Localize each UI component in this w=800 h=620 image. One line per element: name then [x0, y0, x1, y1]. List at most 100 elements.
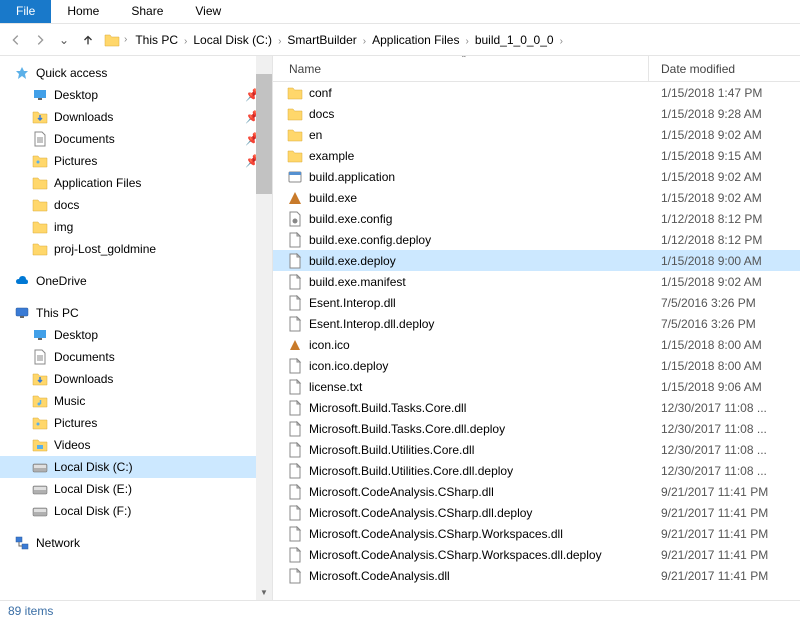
file-date: 1/12/2018 8:12 PM — [661, 212, 762, 226]
file-row[interactable]: Microsoft.Build.Utilities.Core.dll 12/30… — [273, 439, 800, 460]
sidebar-item[interactable]: Pictures — [0, 412, 272, 434]
file-row[interactable]: build.exe 1/15/2018 9:02 AM — [273, 187, 800, 208]
file-date: 1/15/2018 9:00 AM — [661, 254, 762, 268]
file-row[interactable]: build.application 1/15/2018 9:02 AM — [273, 166, 800, 187]
chevron-right-icon[interactable]: › — [122, 34, 129, 45]
file-row[interactable]: license.txt 1/15/2018 9:06 AM — [273, 376, 800, 397]
file-row[interactable]: conf 1/15/2018 1:47 PM — [273, 82, 800, 103]
file-name: build.exe — [309, 191, 661, 205]
file-row[interactable]: en 1/15/2018 9:02 AM — [273, 124, 800, 145]
file-date: 7/5/2016 3:26 PM — [661, 296, 756, 310]
column-header-name[interactable]: Name ⌃ — [273, 56, 649, 81]
sidebar-item[interactable]: Local Disk (E:) — [0, 478, 272, 500]
breadcrumb-item[interactable]: build_1_0_0_0 — [471, 31, 558, 49]
chevron-right-icon[interactable]: › — [361, 36, 368, 47]
sidebar-this-pc[interactable]: This PC — [0, 302, 272, 324]
sidebar-item[interactable]: Desktop 📌 — [0, 84, 272, 106]
file-icon — [287, 421, 303, 437]
ribbon-tab-view[interactable]: View — [179, 0, 237, 23]
breadcrumb-item[interactable]: Local Disk (C:) — [189, 31, 276, 49]
content-pane: Name ⌃ Date modified conf 1/15/2018 1:47… — [273, 56, 800, 600]
sidebar-onedrive[interactable]: OneDrive — [0, 270, 272, 292]
file-row[interactable]: Esent.Interop.dll.deploy 7/5/2016 3:26 P… — [273, 313, 800, 334]
folder-icon — [287, 85, 303, 101]
scrollbar-down-icon[interactable]: ▼ — [256, 584, 272, 600]
sidebar-item[interactable]: proj-Lost_goldmine — [0, 238, 272, 260]
sidebar-network[interactable]: Network — [0, 532, 272, 554]
file-icon — [287, 232, 303, 248]
sidebar-item[interactable]: Local Disk (F:) — [0, 500, 272, 522]
file-name: build.exe.manifest — [309, 275, 661, 289]
file-row[interactable]: example 1/15/2018 9:15 AM — [273, 145, 800, 166]
file-date: 9/21/2017 11:41 PM — [661, 548, 768, 562]
sidebar-item[interactable]: Documents — [0, 346, 272, 368]
file-row[interactable]: build.exe.config 1/12/2018 8:12 PM — [273, 208, 800, 229]
file-row[interactable]: Microsoft.Build.Tasks.Core.dll 12/30/201… — [273, 397, 800, 418]
sidebar-item-label: Application Files — [54, 176, 266, 190]
nav-up-button[interactable] — [80, 32, 96, 48]
ribbon-tab-share[interactable]: Share — [115, 0, 179, 23]
file-row[interactable]: docs 1/15/2018 9:28 AM — [273, 103, 800, 124]
file-row[interactable]: Esent.Interop.dll 7/5/2016 3:26 PM — [273, 292, 800, 313]
file-name: icon.ico.deploy — [309, 359, 661, 373]
nav-back-button[interactable] — [8, 32, 24, 48]
sidebar-item[interactable]: Local Disk (C:) — [0, 456, 272, 478]
file-date: 1/15/2018 8:00 AM — [661, 359, 762, 373]
file-row[interactable]: build.exe.manifest 1/15/2018 9:02 AM — [273, 271, 800, 292]
file-row[interactable]: icon.ico 1/15/2018 8:00 AM — [273, 334, 800, 355]
file-name: conf — [309, 86, 661, 100]
history-dropdown-icon[interactable]: ⌄ — [56, 32, 72, 48]
column-header-date[interactable]: Date modified — [649, 56, 800, 81]
chevron-right-icon[interactable]: › — [463, 36, 470, 47]
file-list[interactable]: conf 1/15/2018 1:47 PM docs 1/15/2018 9:… — [273, 82, 800, 600]
navigation-pane: ▲ ▼ Quick access Desktop 📌 Downloads 📌 D… — [0, 56, 273, 600]
sidebar-item-label: Pictures — [54, 154, 239, 168]
scrollbar-thumb[interactable] — [256, 74, 272, 194]
breadcrumb: › This PC›Local Disk (C:)›SmartBuilder›A… — [104, 32, 565, 48]
file-date: 1/15/2018 9:02 AM — [661, 128, 762, 142]
file-row[interactable]: Microsoft.CodeAnalysis.dll 9/21/2017 11:… — [273, 565, 800, 586]
ribbon-tab-home[interactable]: Home — [51, 0, 115, 23]
breadcrumb-item[interactable]: SmartBuilder — [283, 31, 360, 49]
sidebar-item[interactable]: Documents 📌 — [0, 128, 272, 150]
sidebar-item[interactable]: Pictures 📌 — [0, 150, 272, 172]
file-date: 9/21/2017 11:41 PM — [661, 506, 768, 520]
file-icon — [287, 253, 303, 269]
sidebar-quick-access[interactable]: Quick access — [0, 62, 272, 84]
chevron-right-icon[interactable]: › — [558, 36, 565, 47]
file-name: build.application — [309, 170, 661, 184]
exe-icon — [287, 190, 303, 206]
file-row[interactable]: build.exe.config.deploy 1/12/2018 8:12 P… — [273, 229, 800, 250]
file-row[interactable]: build.exe.deploy 1/15/2018 9:00 AM — [273, 250, 800, 271]
sidebar-item[interactable]: Videos — [0, 434, 272, 456]
file-row[interactable]: Microsoft.Build.Utilities.Core.dll.deplo… — [273, 460, 800, 481]
file-row[interactable]: Microsoft.CodeAnalysis.CSharp.Workspaces… — [273, 523, 800, 544]
file-icon — [287, 316, 303, 332]
file-row[interactable]: Microsoft.CodeAnalysis.CSharp.dll.deploy… — [273, 502, 800, 523]
sidebar-item[interactable]: docs — [0, 194, 272, 216]
breadcrumb-item[interactable]: Application Files — [368, 31, 463, 49]
ribbon-tab-file[interactable]: File — [0, 0, 51, 23]
nav-forward-button[interactable] — [32, 32, 48, 48]
file-row[interactable]: Microsoft.CodeAnalysis.CSharp.Workspaces… — [273, 544, 800, 565]
folder-icon — [287, 127, 303, 143]
music-icon — [32, 393, 48, 409]
file-date: 9/21/2017 11:41 PM — [661, 527, 768, 541]
file-name: Microsoft.Build.Tasks.Core.dll — [309, 401, 661, 415]
sidebar-item-label: Local Disk (E:) — [54, 482, 266, 496]
file-date: 1/15/2018 9:02 AM — [661, 191, 762, 205]
documents-icon — [32, 349, 48, 365]
sidebar-item[interactable]: Application Files — [0, 172, 272, 194]
file-row[interactable]: Microsoft.CodeAnalysis.CSharp.dll 9/21/2… — [273, 481, 800, 502]
sidebar-item[interactable]: Desktop — [0, 324, 272, 346]
file-name: docs — [309, 107, 661, 121]
sidebar-item-label: Pictures — [54, 416, 266, 430]
column-header-label: Date modified — [661, 62, 735, 76]
breadcrumb-item[interactable]: This PC — [131, 31, 182, 49]
sidebar-item[interactable]: Music — [0, 390, 272, 412]
sidebar-item[interactable]: img — [0, 216, 272, 238]
file-row[interactable]: icon.ico.deploy 1/15/2018 8:00 AM — [273, 355, 800, 376]
sidebar-item[interactable]: Downloads — [0, 368, 272, 390]
file-row[interactable]: Microsoft.Build.Tasks.Core.dll.deploy 12… — [273, 418, 800, 439]
sidebar-item[interactable]: Downloads 📌 — [0, 106, 272, 128]
